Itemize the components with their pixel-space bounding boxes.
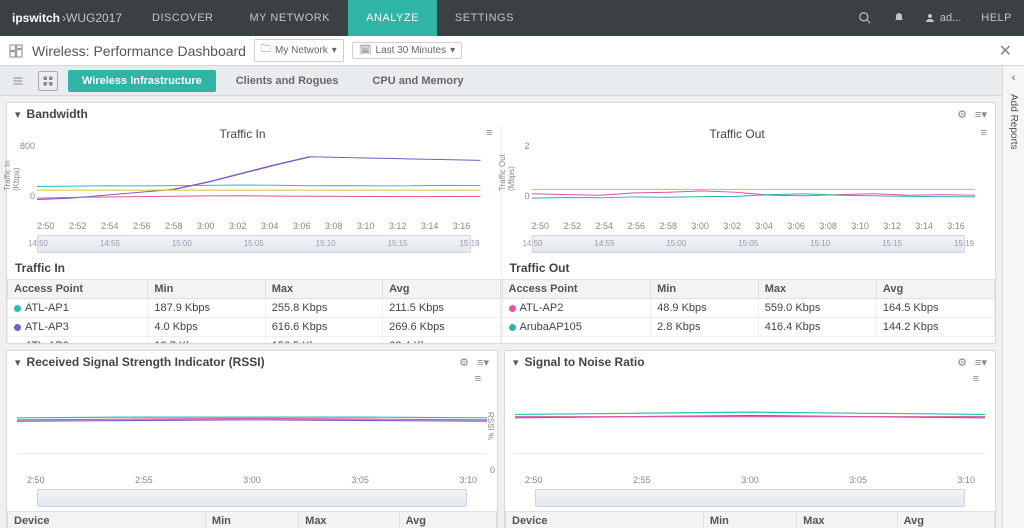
chart-menu-icon[interactable]: ≡ — [478, 127, 500, 139]
gear-icon[interactable]: ⚙ — [957, 356, 967, 369]
traffic-out-chart: 2Traffic Out (Mbps)0 — [502, 141, 996, 221]
nav-my-network[interactable]: MY NETWORK — [232, 0, 349, 36]
table-title: Traffic Out — [502, 257, 996, 279]
scope-selector[interactable]: 🗀 My Network ▾ — [254, 39, 344, 62]
table-row[interactable]: ATL-AP213.7 Kbps156.5 Kbps63.4 Kbps — [8, 337, 501, 344]
collapse-toggle[interactable]: ▾ — [15, 108, 21, 121]
menu-icon[interactable]: ≡▾ — [477, 356, 489, 369]
view-list-icon[interactable] — [8, 71, 28, 91]
user-name-label: ad... — [940, 12, 961, 24]
chart-menu-icon[interactable]: ≡ — [467, 373, 489, 385]
tab-cpu-and-memory[interactable]: CPU and Memory — [358, 70, 477, 92]
dashboard-icon — [8, 43, 24, 59]
chevron-down-icon: ▾ — [450, 45, 455, 56]
user-menu[interactable]: ad... — [916, 12, 969, 24]
collapse-toggle[interactable]: ▾ — [15, 356, 21, 369]
nav-settings[interactable]: SETTINGS — [437, 0, 532, 36]
traffic-out-table: Access PointMinMaxAvgATL-AP248.9 Kbps559… — [502, 279, 996, 337]
folder-icon: 🗀 — [261, 42, 271, 59]
rssi-chart: RSSI % 0 — [7, 385, 497, 475]
bandwidth-card: ▾ Bandwidth ⚙ ≡▾ Traffic In ≡ 800Traffic… — [6, 102, 996, 344]
traffic-in-table: Access PointMinMaxAvgATL-AP1187.9 Kbps25… — [7, 279, 501, 343]
tab-strip: Wireless Infrastructure Clients and Rogue… — [0, 66, 1024, 96]
dashboard-body: ▾ Bandwidth ⚙ ≡▾ Traffic In ≡ 800Traffic… — [0, 96, 1002, 528]
time-scrubber[interactable]: 14:5014:5515:0015:0515:1015:1515:19 — [532, 235, 966, 253]
table-row[interactable]: ATL-AP248.9 Kbps559.0 Kbps164.5 Kbps — [502, 299, 995, 318]
snr-table: DeviceMinMaxAvgATL-AP3254934ATL-AP216493… — [505, 511, 995, 528]
chart-menu-icon[interactable]: ≡ — [973, 127, 995, 139]
time-scrubber[interactable] — [535, 489, 965, 507]
traffic-in-chart: 800Traffic In (Kbps)0 — [7, 141, 501, 221]
table-row[interactable]: ATL-AP1187.9 Kbps255.8 Kbps211.5 Kbps — [8, 299, 501, 318]
table-row[interactable]: ArubaAP1052.8 Kbps416.4 Kbps144.2 Kbps — [502, 318, 995, 337]
rssi-table: DeviceMinMaxAvgATL-AP3446051ATL-AP237685… — [7, 511, 497, 528]
tab-wireless-infrastructure[interactable]: Wireless Infrastructure — [68, 70, 216, 92]
snr-card: ▾ Signal to Noise Ratio ⚙≡▾ ≡ 2:502:553:… — [504, 350, 996, 528]
table-row[interactable]: ATL-AP34.0 Kbps616.6 Kbps269.6 Kbps — [8, 318, 501, 337]
card-title: Received Signal Strength Indicator (RSSI… — [27, 355, 265, 369]
chart-title: Traffic Out — [502, 125, 973, 141]
card-title: Signal to Noise Ratio — [525, 355, 645, 369]
nav-discover[interactable]: DISCOVER — [134, 0, 231, 36]
help-link[interactable]: HELP — [969, 0, 1024, 36]
scope-label: My Network — [275, 45, 328, 56]
time-scrubber[interactable] — [37, 489, 467, 507]
page-title: Wireless: Performance Dashboard — [32, 43, 246, 59]
timerange-selector[interactable]: 🗓 Last 30 Minutes ▾ — [352, 42, 462, 59]
timerange-label: Last 30 Minutes — [376, 45, 447, 56]
snr-chart — [505, 385, 995, 475]
tab-clients-and-rogues[interactable]: Clients and Rogues — [222, 70, 353, 92]
table-title: Traffic In — [7, 257, 501, 279]
close-icon[interactable]: ✕ — [995, 41, 1016, 61]
title-bar: Wireless: Performance Dashboard 🗀 My Net… — [0, 36, 1024, 66]
menu-icon[interactable]: ≡▾ — [975, 108, 987, 121]
top-nav: ipswitch›WUG2017 DISCOVERMY NETWORKANALY… — [0, 0, 1024, 36]
chevron-down-icon: ▾ — [332, 45, 337, 56]
bell-icon[interactable] — [882, 0, 916, 36]
rssi-card: ▾ Received Signal Strength Indicator (RS… — [6, 350, 498, 528]
add-reports-label: Add Reports — [1008, 90, 1019, 154]
nav-analyze[interactable]: ANALYZE — [348, 0, 437, 36]
card-title: Bandwidth — [27, 107, 88, 121]
brand-logo: ipswitch›WUG2017 — [0, 0, 134, 36]
calendar-icon: 🗓 — [359, 45, 372, 56]
chevron-left-icon: ‹ — [1012, 72, 1016, 84]
collapse-toggle[interactable]: ▾ — [513, 356, 519, 369]
gear-icon[interactable]: ⚙ — [459, 356, 469, 369]
chart-title: Traffic In — [7, 125, 478, 141]
time-scrubber[interactable]: 14:5014:5515:0015:0515:1015:1515:19 — [37, 235, 471, 253]
view-grid-icon[interactable] — [38, 71, 58, 91]
menu-icon[interactable]: ≡▾ — [975, 356, 987, 369]
search-icon[interactable] — [848, 0, 882, 36]
chart-menu-icon[interactable]: ≡ — [965, 373, 987, 385]
add-reports-tab[interactable]: ‹ Add Reports — [1002, 66, 1024, 528]
gear-icon[interactable]: ⚙ — [957, 108, 967, 121]
